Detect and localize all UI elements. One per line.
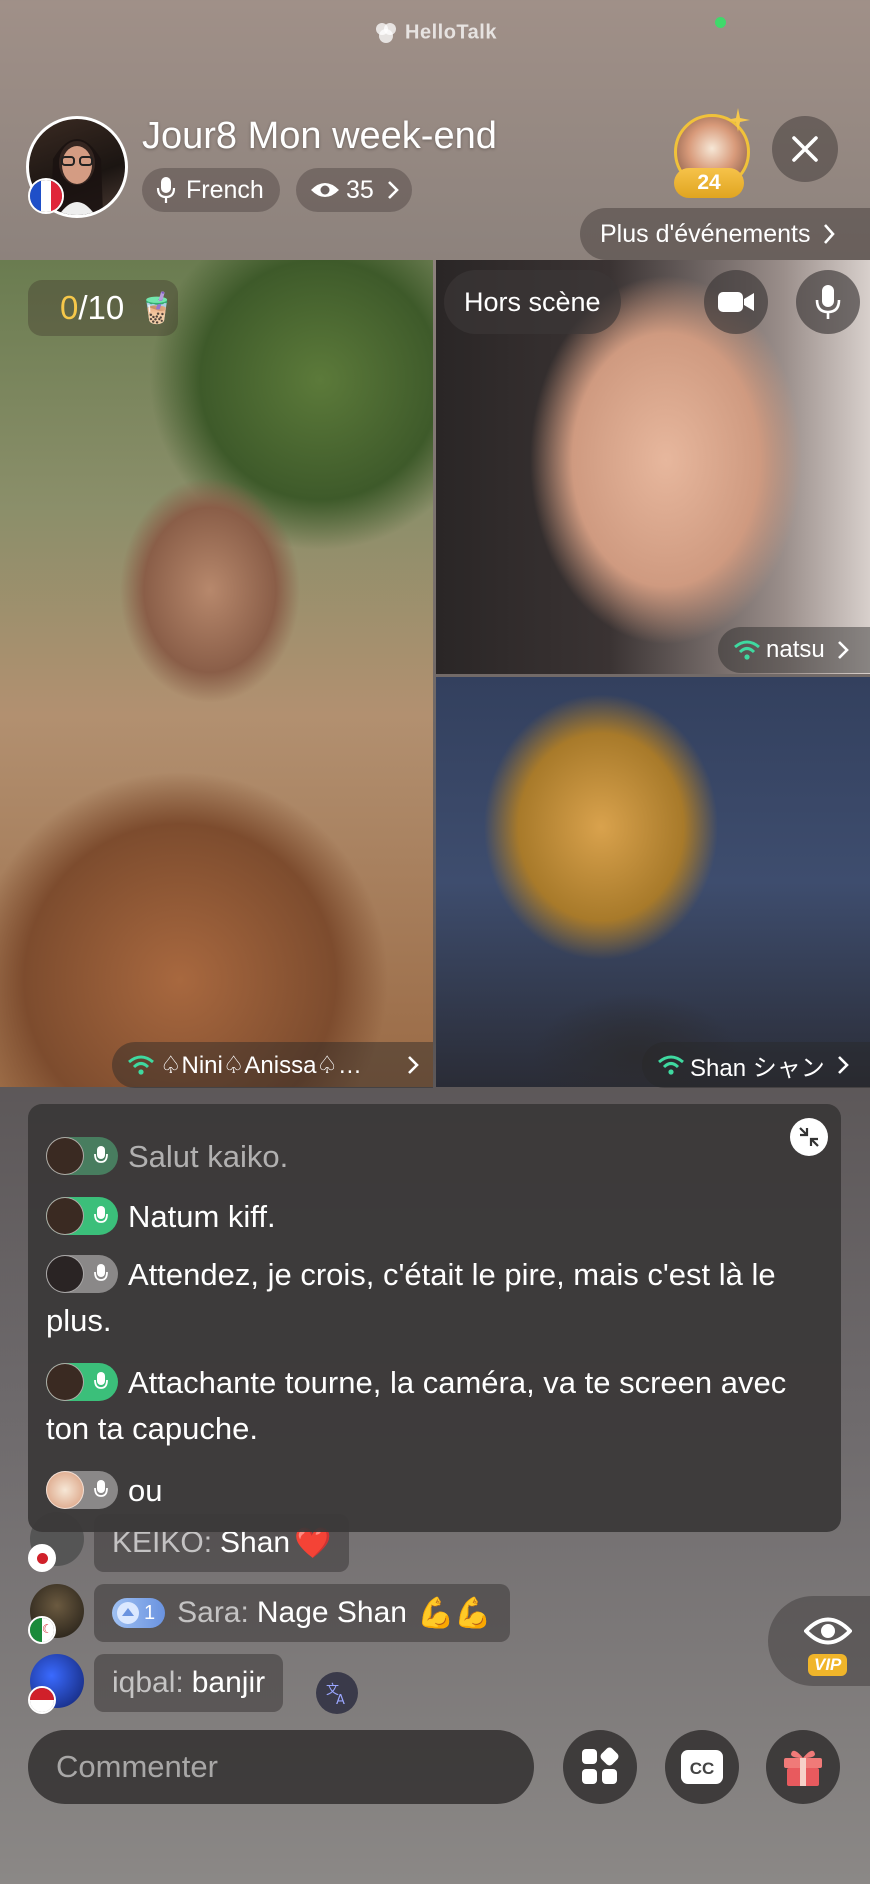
- transcript-line: Natum kiff.: [46, 1194, 817, 1240]
- translate-button[interactable]: 文A: [316, 1672, 358, 1714]
- speaker-chip: [46, 1196, 118, 1235]
- viewers-pill[interactable]: 35: [296, 168, 412, 212]
- transcript-text: Attachante tourne, la caméra, va te scre…: [46, 1365, 787, 1446]
- mic-icon: [815, 285, 841, 319]
- collapse-arrows-icon: [799, 1127, 819, 1147]
- translate-icon: 文A: [326, 1683, 345, 1706]
- level-icon: [117, 1602, 139, 1624]
- chat-message: iqbal: banjir: [94, 1654, 284, 1712]
- mic-toggle-button[interactable]: [796, 270, 860, 334]
- hellotalk-logo-icon: [376, 23, 397, 43]
- video-tile-host[interactable]: [0, 260, 433, 1087]
- japan-flag-icon: [28, 1544, 56, 1572]
- video-tile-shan[interactable]: [436, 677, 870, 1087]
- signal-wifi-icon: [658, 1055, 684, 1075]
- vip-label: VIP: [808, 1654, 848, 1676]
- mic-icon: [94, 1479, 108, 1497]
- transcript-text: Salut kaiko.: [128, 1139, 289, 1174]
- user-level: 1: [144, 1601, 156, 1624]
- eye-icon: [804, 1617, 852, 1645]
- captions-button[interactable]: CC: [665, 1730, 739, 1804]
- live-indicator-dot: [715, 17, 726, 28]
- app-brand: HelloTalk: [0, 20, 870, 46]
- chevron-right-icon: [837, 1056, 849, 1074]
- transcript-line: Attachante tourne, la caméra, va te scre…: [46, 1360, 817, 1452]
- transcript-line: Attendez, je crois, c'était le pire, mai…: [46, 1252, 817, 1344]
- user-level-badge: 1: [112, 1598, 166, 1628]
- signal-wifi-icon: [734, 640, 760, 660]
- indonesia-flag-icon: [28, 1686, 56, 1714]
- camera-toggle-button[interactable]: [704, 270, 768, 334]
- transcript-text: Natum kiff.: [128, 1199, 276, 1234]
- video-camera-icon: [718, 292, 754, 312]
- participant-tag-host[interactable]: ♤Nini♤Anissa♤…: [112, 1042, 433, 1088]
- live-transcript-panel: Salut kaiko. Natum kiff. Attendez, je cr…: [28, 1104, 841, 1532]
- close-button[interactable]: [772, 116, 838, 182]
- chevron-right-icon: [387, 181, 399, 199]
- room-title: Jour8 Mon week-end: [142, 115, 497, 157]
- language-pill[interactable]: French: [142, 168, 280, 212]
- gift-icon: [784, 1750, 822, 1786]
- chat-text: banjir: [191, 1666, 266, 1699]
- algeria-flag-icon: ☾: [28, 1616, 56, 1644]
- viewer-count: 35: [346, 175, 374, 204]
- apps-button[interactable]: [563, 1730, 637, 1804]
- flex-emoji: 💪💪: [416, 1596, 492, 1630]
- mic-icon: [94, 1205, 108, 1223]
- speaker-chip: [46, 1362, 118, 1401]
- close-icon: [792, 136, 818, 162]
- transcript-text: ou: [128, 1473, 163, 1508]
- mic-icon: [94, 1263, 108, 1281]
- comment-placeholder: Commenter: [56, 1749, 218, 1784]
- eye-icon: [311, 183, 339, 197]
- speaker-chip: [46, 1254, 118, 1293]
- language-label: French: [186, 175, 264, 204]
- participant-name: Shan シャン: [690, 1054, 825, 1082]
- chevron-right-icon: [837, 641, 849, 659]
- chevron-right-icon: [408, 1056, 419, 1074]
- transcript-line: Salut kaiko.: [46, 1134, 817, 1180]
- chat-username: iqbal:: [112, 1666, 184, 1699]
- gift-button[interactable]: [766, 1730, 840, 1804]
- mic-icon: [94, 1371, 108, 1389]
- seat-counter-total: /10: [78, 289, 125, 326]
- chevron-right-icon: [824, 224, 836, 244]
- signal-wifi-icon: [128, 1055, 154, 1075]
- gifter-count-badge: 24: [674, 168, 744, 198]
- chat-message: 1 Sara: Nage Shan 💪💪: [94, 1584, 510, 1642]
- mic-icon: [156, 177, 176, 203]
- more-events-label: Plus d'événements: [600, 219, 811, 248]
- participant-name: ♤Nini♤Anissa♤…: [160, 1051, 362, 1079]
- france-flag-icon: [28, 178, 64, 214]
- more-events-button[interactable]: Plus d'événements: [580, 208, 870, 260]
- comment-input[interactable]: Commenter: [28, 1730, 534, 1804]
- offstage-label: Hors scène: [464, 286, 601, 317]
- svg-text:CC: CC: [690, 1759, 715, 1778]
- speaker-chip: [46, 1136, 118, 1175]
- seat-counter-current: 0: [60, 289, 79, 326]
- chat-username: Sara:: [177, 1596, 249, 1629]
- svg-text:A: A: [336, 1693, 345, 1706]
- apps-grid-icon: [582, 1747, 619, 1784]
- offstage-button[interactable]: Hors scène: [444, 270, 621, 334]
- speaker-chip: [46, 1470, 118, 1509]
- sparkle-icon: [726, 108, 750, 132]
- transcript-text: Attendez, je crois, c'était le pire, mai…: [46, 1257, 776, 1338]
- collapse-transcript-button[interactable]: [790, 1118, 828, 1156]
- brand-name: HelloTalk: [405, 21, 497, 44]
- chat-text: Nage Shan: [256, 1596, 407, 1629]
- bubble-tea-icon: 🧋: [138, 291, 176, 325]
- participant-name: natsu: [766, 636, 825, 663]
- transcript-line: ou: [46, 1468, 817, 1514]
- seat-counter[interactable]: 0/10 🧋: [28, 280, 178, 336]
- participant-tag-natsu[interactable]: natsu: [718, 627, 870, 673]
- mic-icon: [94, 1145, 108, 1163]
- participant-tag-shan[interactable]: Shan シャン: [642, 1042, 870, 1088]
- vip-viewers-button[interactable]: VIP: [768, 1596, 870, 1686]
- closed-captions-icon: CC: [681, 1750, 723, 1784]
